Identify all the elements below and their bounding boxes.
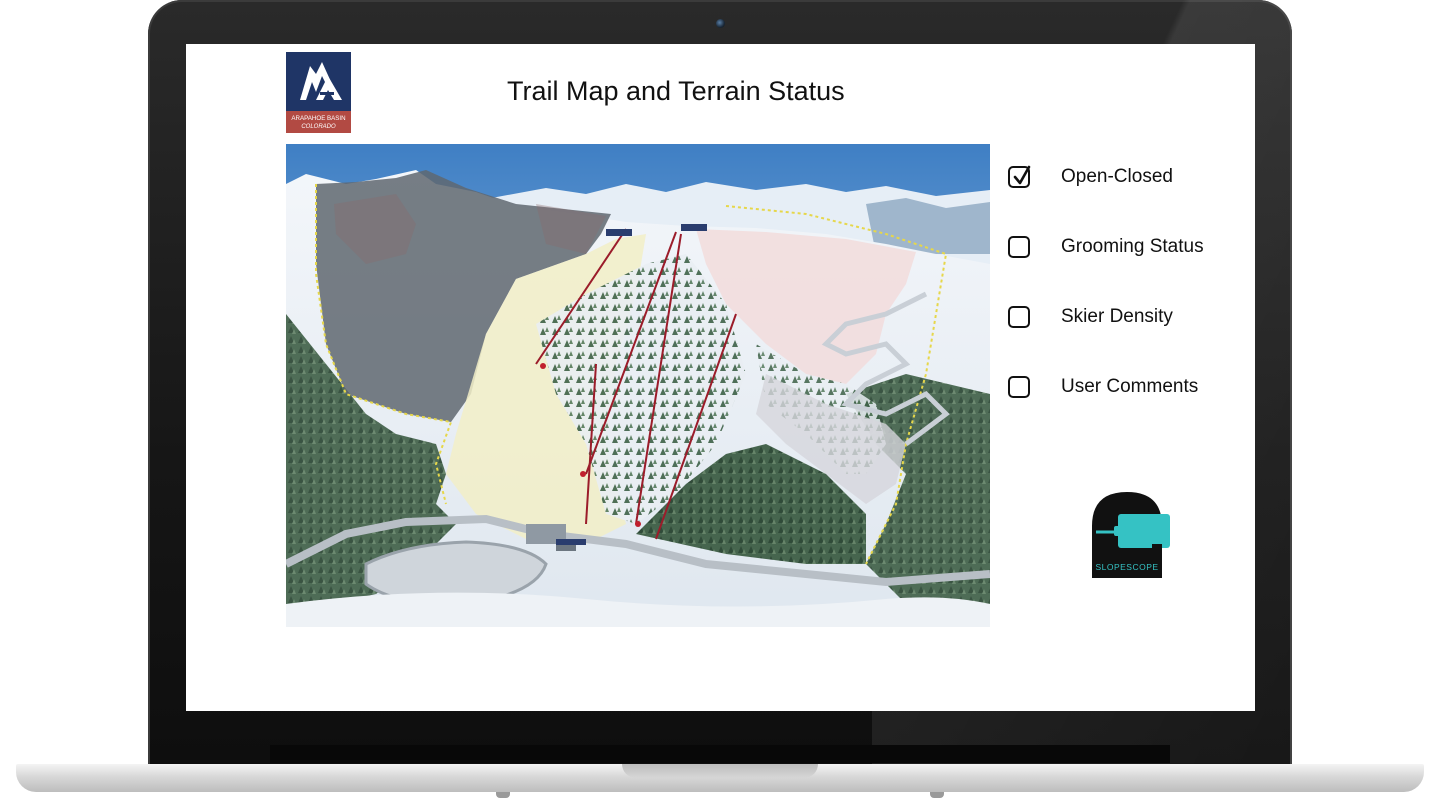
checkbox-grooming-status[interactable] [1008,236,1030,258]
checkbox-open-closed[interactable] [1008,165,1031,188]
checkmark-icon [1013,165,1031,185]
option-label: Open-Closed [1061,166,1173,187]
base-sign [556,539,586,545]
option-user-comments[interactable]: User Comments [1008,376,1198,398]
slopescope-logo: SLOPESCOPE [1092,492,1170,578]
laptop-foot [496,792,510,798]
summit-sign [606,229,632,236]
checkbox-skier-density[interactable] [1008,306,1030,328]
laptop-foot [930,792,944,798]
trail-map[interactable] [286,144,990,627]
logo-text-line1: ARAPAHOE BASIN [291,115,345,122]
option-label: Skier Density [1061,306,1173,327]
trail-marker [635,521,641,527]
slopescope-wordmark: SLOPESCOPE [1095,562,1158,572]
option-open-closed[interactable]: Open-Closed [1008,165,1173,188]
page-title: Trail Map and Terrain Status [507,76,845,106]
option-label: User Comments [1061,376,1199,397]
option-grooming-status[interactable]: Grooming Status [1008,236,1204,258]
camera-icon [716,19,725,28]
option-label: Grooming Status [1061,236,1204,257]
checkbox-user-comments[interactable] [1008,376,1030,398]
trail-marker [580,471,586,477]
app-screen: ARAPAHOE BASIN COLORADO Trail Map and Te… [186,44,1255,711]
arapahoe-basin-logo: ARAPAHOE BASIN COLORADO [286,52,351,133]
logo-text-line2: COLORADO [301,124,336,130]
trail-marker [540,363,546,369]
summit-sign [681,224,707,231]
laptop-base-notch [622,764,818,778]
option-skier-density[interactable]: Skier Density [1008,306,1173,328]
bezel-bottom [270,745,1170,763]
